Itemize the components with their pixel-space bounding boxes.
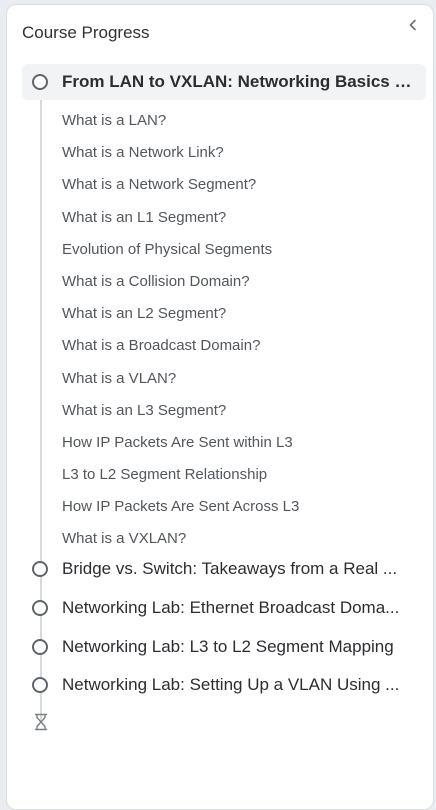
module-title: Networking Lab: L3 to L2 Segment Mapping bbox=[62, 637, 394, 656]
incomplete-circle-icon bbox=[32, 561, 48, 577]
lesson-item[interactable]: What is an L1 Segment? bbox=[62, 202, 299, 234]
collapse-sidebar-button[interactable] bbox=[403, 15, 423, 35]
lesson-item[interactable]: What is a Network Link? bbox=[62, 137, 299, 169]
chevron-left-icon bbox=[409, 19, 416, 31]
lesson-item[interactable]: What is a Broadcast Domain? bbox=[62, 330, 299, 362]
lesson-item[interactable]: What is an L2 Segment? bbox=[62, 298, 299, 330]
panel-title: Course Progress bbox=[22, 23, 150, 42]
lesson-item[interactable]: How IP Packets Are Sent within L3 bbox=[62, 427, 299, 459]
incomplete-circle-icon bbox=[32, 74, 48, 90]
lesson-item[interactable]: What is a LAN? bbox=[62, 105, 299, 137]
module-title: Bridge vs. Switch: Takeaways from a Real… bbox=[62, 559, 398, 578]
course-progress-panel: Course Progress From LAN to VXLAN: Netwo… bbox=[6, 4, 434, 810]
lesson-item[interactable]: How IP Packets Are Sent Across L3 bbox=[62, 491, 299, 523]
module-title: From LAN to VXLAN: Networking Basics fo.… bbox=[62, 72, 412, 91]
progress-rail bbox=[40, 85, 42, 723]
module-item[interactable]: From LAN to VXLAN: Networking Basics fo.… bbox=[22, 64, 426, 100]
lesson-list: What is a LAN? What is a Network Link? W… bbox=[62, 105, 299, 556]
lesson-item[interactable]: What is an L3 Segment? bbox=[62, 395, 299, 427]
incomplete-circle-icon bbox=[32, 600, 48, 616]
lesson-item[interactable]: What is a Network Segment? bbox=[62, 169, 299, 201]
lesson-item[interactable]: What is a VXLAN? bbox=[62, 523, 299, 555]
lesson-item[interactable]: What is a Collision Domain? bbox=[62, 266, 299, 298]
lesson-item[interactable]: L3 to L2 Segment Relationship bbox=[62, 459, 299, 491]
lesson-item[interactable]: Evolution of Physical Segments bbox=[62, 234, 299, 266]
incomplete-circle-icon bbox=[32, 677, 48, 693]
module-title: Networking Lab: Setting Up a VLAN Using … bbox=[62, 675, 400, 694]
module-title: Networking Lab: Ethernet Broadcast Doma.… bbox=[62, 598, 400, 617]
lesson-item[interactable]: What is a VLAN? bbox=[62, 363, 299, 395]
hourglass-icon bbox=[34, 713, 48, 731]
incomplete-circle-icon bbox=[32, 639, 48, 655]
